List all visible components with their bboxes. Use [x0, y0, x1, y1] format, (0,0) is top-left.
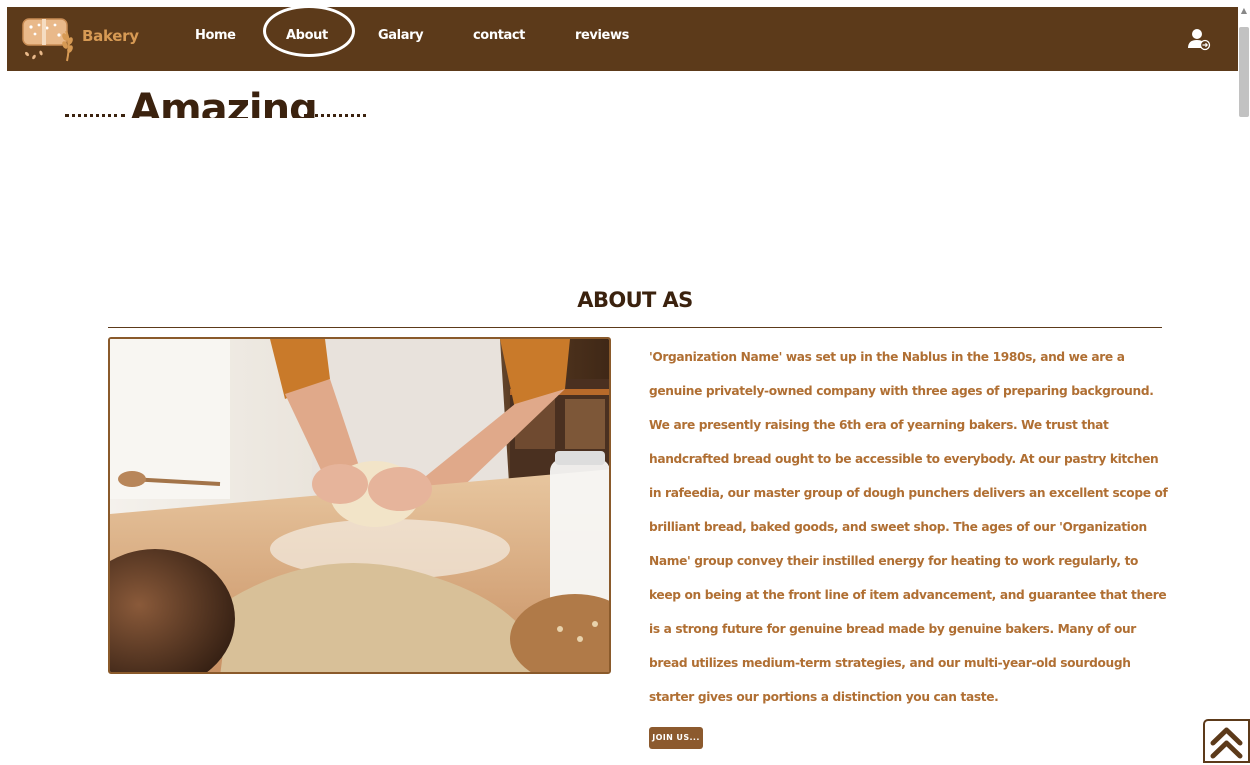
navbar: Bakery Home About Galary contact reviews — [7, 5, 1238, 71]
hero-heading-region: Amazing — [60, 78, 390, 118]
bakery-logo-icon[interactable] — [21, 17, 75, 63]
nav-link-reviews[interactable]: reviews — [575, 28, 629, 43]
scrollbar-thumb[interactable] — [1239, 27, 1249, 117]
section-divider — [108, 327, 1162, 328]
about-section-title: ABOUT AS — [577, 288, 693, 312]
nav-link-about[interactable]: About — [286, 28, 328, 43]
nav-link-home[interactable]: Home — [195, 28, 236, 43]
hero-dotted-line-left — [65, 114, 125, 117]
scroll-up-arrow-icon[interactable]: ▲ — [1240, 7, 1248, 15]
hero-heading: Amazing — [130, 86, 318, 118]
hero-dotted-line-right — [304, 114, 366, 117]
double-chevron-up-icon — [1210, 727, 1243, 759]
about-paragraph: 'Organization Name' was set up in the Na… — [649, 350, 1168, 704]
page-scrollbar[interactable]: ▲ — [1238, 7, 1250, 763]
brand-name[interactable]: Bakery — [82, 27, 139, 45]
scroll-to-top-button[interactable] — [1203, 719, 1250, 763]
nav-link-galary[interactable]: Galary — [378, 28, 424, 43]
user-login-icon[interactable] — [1187, 27, 1211, 51]
nav-link-contact[interactable]: contact — [473, 28, 525, 43]
join-us-button[interactable]: JOIN US... — [649, 727, 703, 749]
baker-kneading-dough-image — [108, 337, 611, 674]
